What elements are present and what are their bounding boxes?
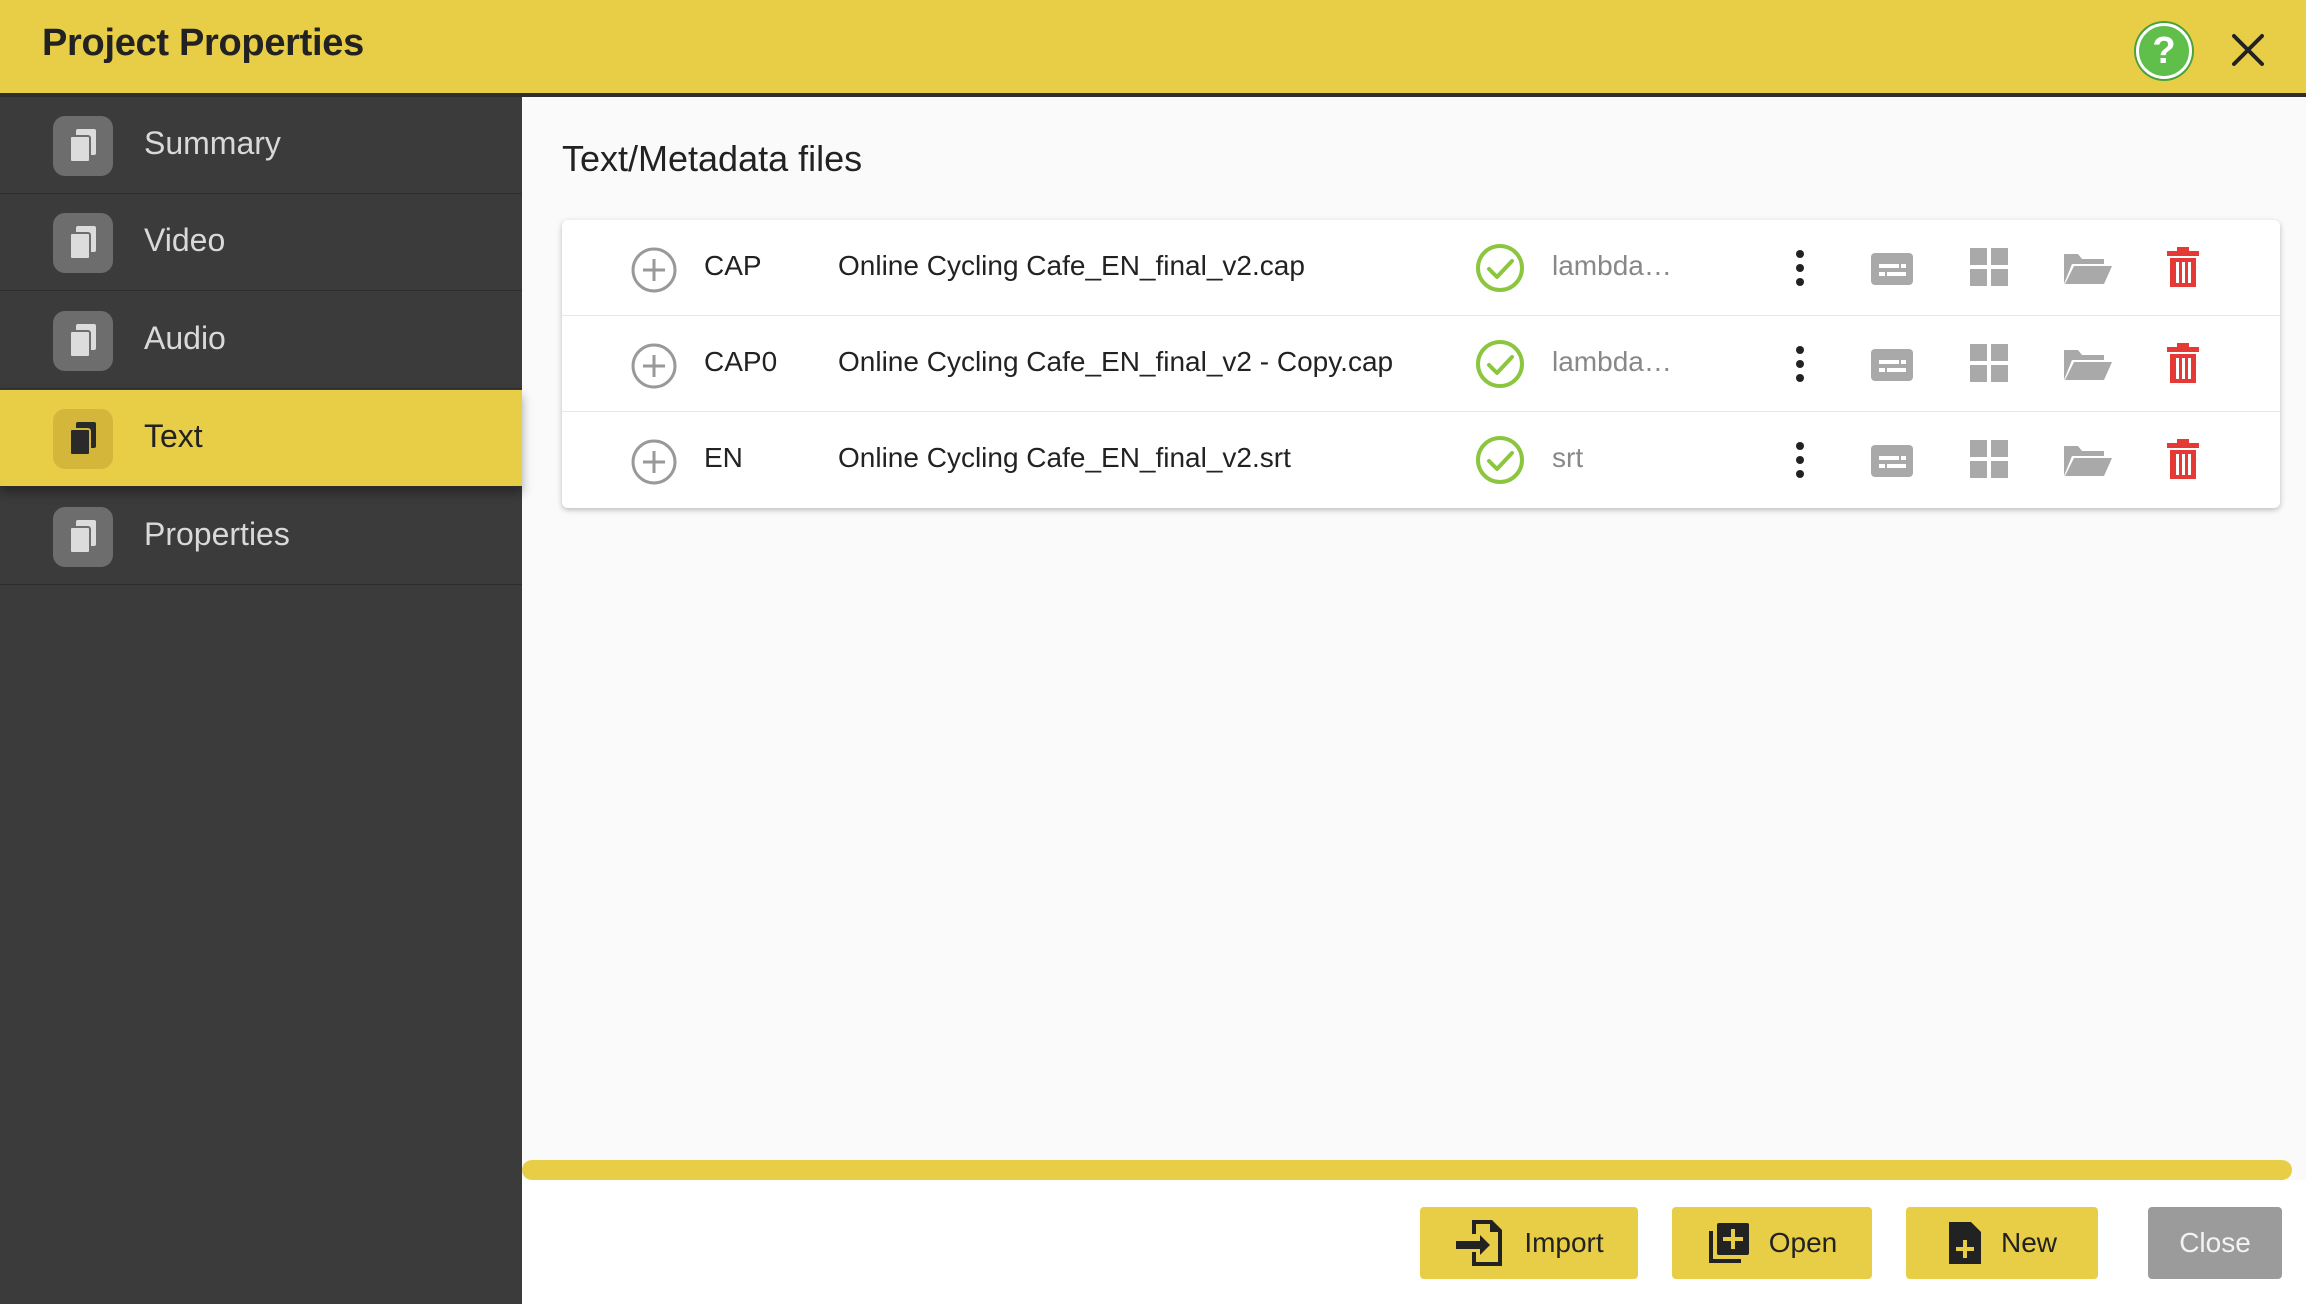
section-heading: Text/Metadata files	[562, 138, 863, 179]
file-code: CAP	[704, 250, 762, 281]
subtitles-icon[interactable]	[1870, 252, 1914, 286]
open-button[interactable]: Open	[1672, 1207, 1872, 1279]
window-title: Project Properties	[42, 22, 364, 64]
copy-icon	[53, 116, 113, 176]
folder-open-icon[interactable]	[2062, 250, 2114, 286]
file-name: Online Cycling Cafe_EN_final_v2 - Copy.c…	[838, 346, 1394, 377]
more-vertical-icon[interactable]	[1788, 342, 1812, 386]
delete-icon[interactable]	[2166, 438, 2200, 480]
check-circle-icon	[1476, 436, 1524, 484]
copy-icon	[53, 213, 113, 273]
grid-icon[interactable]	[1970, 344, 2008, 382]
copy-icon	[53, 311, 113, 371]
file-list: CAP Online Cycling Cafe_EN_final_v2.cap …	[562, 220, 2280, 508]
check-circle-icon	[1476, 340, 1524, 388]
sidebar-item-label: Properties	[144, 516, 290, 552]
grid-icon[interactable]	[1970, 248, 2008, 286]
close-label: Close	[2179, 1227, 2251, 1258]
more-vertical-icon[interactable]	[1788, 246, 1812, 290]
copy-icon	[53, 507, 113, 567]
close-button[interactable]: Close	[2148, 1207, 2282, 1279]
add-circle-icon[interactable]	[630, 342, 678, 390]
sidebar-item-label: Text	[144, 418, 203, 454]
file-row[interactable]: CAP0 Online Cycling Cafe_EN_final_v2 - C…	[562, 316, 2280, 412]
sidebar-item-label: Video	[144, 222, 226, 258]
sidebar-item-label: Summary	[144, 125, 281, 161]
sidebar-item-video[interactable]: Video	[0, 194, 522, 291]
project-properties-dialog: Project Properties ? Summary Video Audio	[0, 0, 2306, 1304]
subtitles-icon[interactable]	[1870, 348, 1914, 382]
close-icon[interactable]	[2224, 26, 2272, 74]
import-button[interactable]: Import	[1420, 1207, 1638, 1279]
title-bar: Project Properties ?	[0, 0, 2306, 97]
delete-icon[interactable]	[2166, 246, 2200, 288]
file-format: lambda…	[1552, 250, 1672, 281]
sidebar-item-audio[interactable]: Audio	[0, 292, 522, 389]
new-file-icon	[1948, 1222, 1981, 1264]
file-name: Online Cycling Cafe_EN_final_v2.cap	[838, 250, 1305, 281]
check-circle-icon	[1476, 244, 1524, 292]
help-icon[interactable]: ?	[2136, 23, 2192, 79]
sidebar-item-properties[interactable]: Properties	[0, 488, 522, 585]
file-code: EN	[704, 442, 743, 473]
file-code: CAP0	[704, 346, 778, 377]
new-label: New	[2000, 1227, 2057, 1258]
folder-open-icon[interactable]	[2062, 442, 2114, 478]
file-format: lambda…	[1552, 346, 1672, 377]
new-button[interactable]: New	[1906, 1207, 2098, 1279]
grid-icon[interactable]	[1970, 440, 2008, 478]
sidebar: Summary Video Audio Text Properties	[0, 97, 522, 1304]
file-row[interactable]: EN Online Cycling Cafe_EN_final_v2.srt s…	[562, 412, 2280, 508]
sidebar-item-text[interactable]: Text	[0, 390, 522, 487]
progress-bar	[522, 1160, 2292, 1180]
folder-open-icon[interactable]	[2062, 346, 2114, 382]
open-label: Open	[1768, 1227, 1838, 1258]
sidebar-item-label: Audio	[144, 320, 226, 356]
delete-icon[interactable]	[2166, 342, 2200, 384]
sidebar-item-summary[interactable]: Summary	[0, 97, 522, 194]
library-add-icon	[1708, 1223, 1749, 1263]
file-format: srt	[1552, 442, 1584, 473]
copy-icon	[53, 409, 113, 469]
more-vertical-icon[interactable]	[1788, 438, 1812, 482]
add-circle-icon[interactable]	[630, 438, 678, 486]
subtitles-icon[interactable]	[1870, 444, 1914, 478]
add-circle-icon[interactable]	[630, 246, 678, 294]
file-name: Online Cycling Cafe_EN_final_v2.srt	[838, 442, 1291, 473]
file-row[interactable]: CAP Online Cycling Cafe_EN_final_v2.cap …	[562, 220, 2280, 316]
progress-fill	[522, 1160, 2292, 1180]
import-label: Import	[1524, 1227, 1604, 1258]
import-icon	[1456, 1220, 1503, 1266]
